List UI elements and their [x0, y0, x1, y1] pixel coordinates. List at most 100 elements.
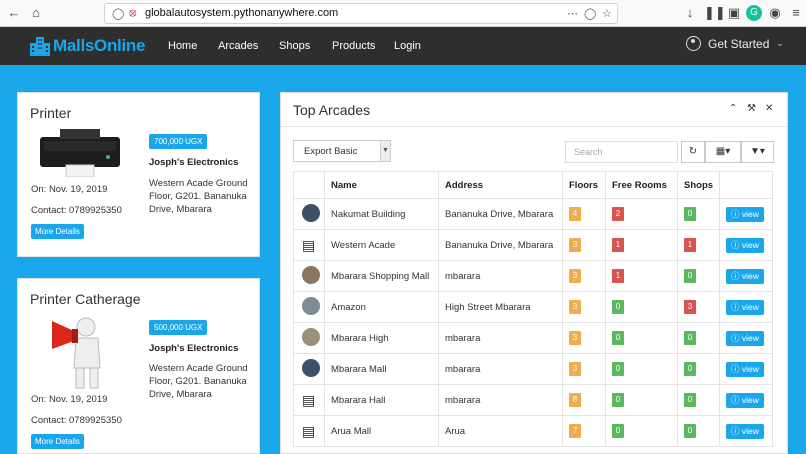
more-details-button[interactable]: More Details	[31, 434, 84, 449]
home-icon[interactable]: ⌂	[28, 5, 44, 21]
action-cell: ⓘ view	[719, 229, 773, 261]
bookmark-star-icon[interactable]: ☆	[602, 7, 612, 20]
overflow-menu-icon[interactable]: ≡	[788, 5, 804, 21]
megaphone-figure-image	[52, 317, 101, 389]
back-arrow-icon[interactable]: ←	[6, 5, 22, 21]
arcade-name: Mbarara Hall	[324, 384, 439, 416]
floors-cell: 4	[562, 198, 606, 230]
free-rooms-cell: 0	[605, 322, 678, 354]
seller-name: Josph's Electronics	[149, 157, 239, 168]
view-button[interactable]: ⓘ view	[726, 268, 764, 284]
insecure-lock-icon[interactable]: ⦻	[129, 7, 136, 20]
pocket-icon[interactable]: ◯	[584, 7, 596, 20]
free-rooms-cell: 2	[605, 198, 678, 230]
product-card: Printer 700,000 UGX Josph's Electronics …	[17, 92, 260, 257]
arcade-address: High Street Mbarara	[438, 291, 563, 323]
chevron-down-icon: ⌄	[776, 38, 784, 48]
view-label: view	[741, 208, 759, 219]
free-rooms-badge: 2	[612, 207, 624, 221]
arcades-table: Name Address Floors Free Rooms Shops Nak…	[293, 171, 773, 447]
brand-name[interactable]: MallsOnline	[53, 36, 145, 56]
more-details-button[interactable]: More Details	[31, 224, 84, 239]
table-header-row: Name Address Floors Free Rooms Shops	[293, 171, 773, 199]
account-icon[interactable]: ◉	[767, 5, 783, 21]
columns-button[interactable]: ▦▾	[705, 141, 741, 163]
arcade-address: mbarara	[438, 322, 563, 354]
floors-cell: 7	[562, 415, 606, 447]
grammarly-icon[interactable]: G	[746, 5, 762, 21]
thumb-cell	[293, 353, 325, 385]
column-header-floors[interactable]: Floors	[562, 171, 606, 199]
export-button[interactable]: ▼▾	[741, 141, 774, 163]
seller-name: Josph's Electronics	[149, 343, 239, 354]
posted-date: On: Nov. 19, 2019	[31, 394, 108, 405]
view-button[interactable]: ⓘ view	[726, 237, 764, 253]
close-icon[interactable]: ✕	[765, 103, 773, 114]
floors-cell: 3	[562, 291, 606, 323]
table-row: Nakumat Building Bananuka Drive, Mbarara 4…	[293, 198, 773, 230]
url-bar[interactable]: ◯ ⦻ globalautosystem.pythonanywhere.com …	[104, 3, 618, 24]
shield-icon[interactable]: ◯	[112, 7, 124, 20]
arcade-thumbnail	[302, 203, 320, 222]
building-icon: ▤	[302, 422, 316, 439]
arcade-name: Mbarara Mall	[324, 353, 439, 385]
table-row: Amazon High Street Mbarara 3 0 3 ⓘ view	[293, 291, 773, 323]
building-logo-icon	[30, 37, 50, 56]
free-rooms-cell: 0	[605, 353, 678, 385]
view-label: view	[741, 425, 759, 436]
reader-icon[interactable]: ▣	[726, 5, 742, 21]
action-cell: ⓘ view	[719, 353, 773, 385]
wrench-icon[interactable]: ⚒	[747, 103, 756, 114]
table-row: Mbarara Shopping Mall mbarara 3 1 0 ⓘ view	[293, 260, 773, 292]
action-cell: ⓘ view	[719, 291, 773, 323]
column-header-address[interactable]: Address	[438, 171, 563, 199]
building-icon: ▤	[302, 391, 316, 408]
view-button[interactable]: ⓘ view	[726, 361, 764, 377]
price-badge: 500,000 UGX	[149, 320, 208, 335]
top-arcades-panel: Top Arcades ⌃ ⚒ ✕ Export Basic ▼ Search …	[280, 92, 788, 454]
shops-badge: 0	[684, 362, 696, 376]
nav-home[interactable]: Home	[168, 40, 197, 52]
nav-arcades[interactable]: Arcades	[218, 40, 258, 52]
view-label: view	[741, 270, 759, 281]
view-label: view	[741, 394, 759, 405]
url-text[interactable]: globalautosystem.pythonanywhere.com	[145, 7, 338, 19]
view-label: view	[741, 239, 759, 250]
thumb-cell: ▤	[293, 384, 325, 416]
shops-badge: 0	[684, 269, 696, 283]
search-input[interactable]: Search	[565, 141, 678, 163]
column-header-free-rooms[interactable]: Free Rooms	[605, 171, 678, 199]
column-header-shops[interactable]: Shops	[677, 171, 720, 199]
export-label: Export Basic	[304, 146, 358, 157]
export-select[interactable]: Export Basic ▼	[293, 140, 391, 162]
view-button[interactable]: ⓘ view	[726, 330, 764, 346]
thumb-cell: ▤	[293, 415, 325, 447]
thumb-header	[293, 171, 325, 199]
nav-shops[interactable]: Shops	[279, 40, 310, 52]
view-button[interactable]: ⓘ view	[726, 206, 764, 222]
more-dots-icon[interactable]: ⋯	[567, 7, 578, 20]
view-button[interactable]: ⓘ view	[726, 423, 764, 439]
floors-badge: 8	[569, 393, 581, 407]
column-header-name[interactable]: Name	[324, 171, 439, 199]
download-icon[interactable]: ↓	[682, 5, 698, 21]
arcade-address: mbarara	[438, 260, 563, 292]
view-button[interactable]: ⓘ view	[726, 392, 764, 408]
shops-cell: 3	[677, 291, 720, 323]
actions-header	[719, 171, 773, 199]
shops-cell: 0	[677, 384, 720, 416]
arcade-address: mbarara	[438, 353, 563, 385]
chevron-up-icon[interactable]: ⌃	[729, 103, 737, 114]
free-rooms-badge: 1	[612, 238, 624, 252]
get-started-menu[interactable]: Get Started ⌄	[686, 36, 784, 51]
nav-products[interactable]: Products	[332, 40, 375, 52]
refresh-button[interactable]: ↻	[681, 141, 705, 163]
table-row: ▤ Arua Mall Arua 7 0 0 ⓘ view	[293, 415, 773, 447]
nav-login[interactable]: Login	[394, 40, 421, 52]
library-icon[interactable]: ❚❚	[704, 5, 726, 21]
brand-logo[interactable]: MallsOnline	[30, 34, 145, 58]
view-button[interactable]: ⓘ view	[726, 299, 764, 315]
table-row: ▤ Western Acade Bananuka Drive, Mbarara 3 1 1…	[293, 229, 773, 261]
action-cell: ⓘ view	[719, 322, 773, 354]
free-rooms-badge: 0	[612, 331, 624, 345]
